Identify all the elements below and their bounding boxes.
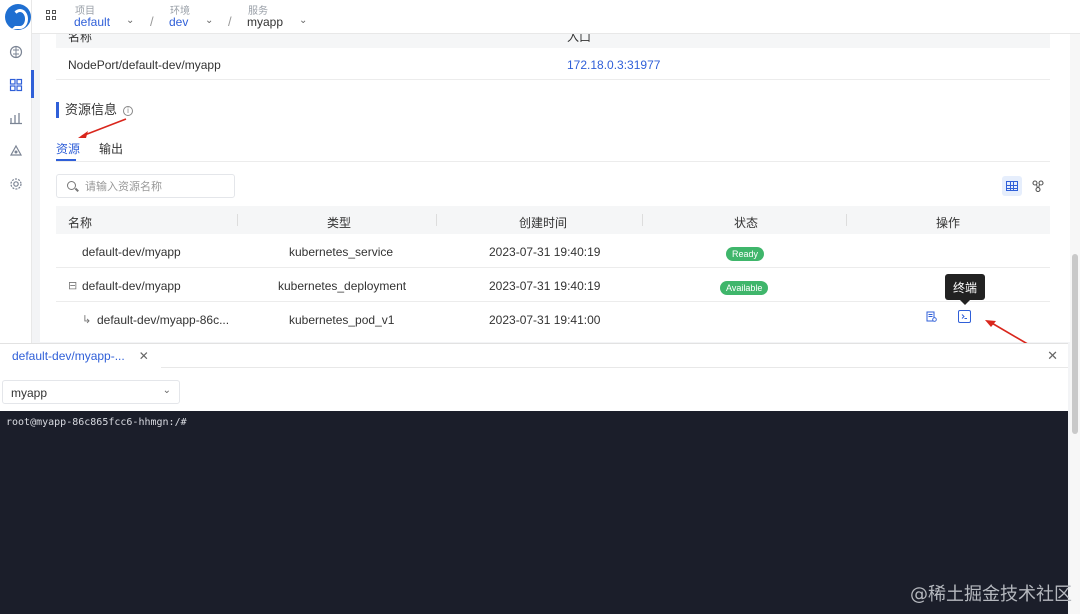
row-name: default-dev/myapp <box>82 279 181 293</box>
tab-resources[interactable]: 资源 <box>56 140 80 157</box>
access-entry-link[interactable]: 172.18.0.3:31977 <box>567 58 660 72</box>
apps-grid-icon[interactable] <box>8 77 24 93</box>
resources-table-header: 名称 类型 创建时间 状态 操作 <box>56 206 1050 234</box>
chevron-down-icon: ⌄ <box>162 385 171 396</box>
container-select[interactable]: myapp ⌄ <box>2 380 180 404</box>
col-header-status: 状态 <box>734 216 759 230</box>
row-type: kubernetes_deployment <box>278 279 407 293</box>
container-select-value: myapp <box>11 386 48 400</box>
breadcrumb-separator: / <box>150 14 154 29</box>
terminal-tooltip: 终端 <box>945 274 985 305</box>
active-tab-indicator <box>56 159 76 161</box>
row-created: 2023-07-31 19:40:19 <box>489 245 601 259</box>
table-view-button[interactable] <box>1002 176 1022 196</box>
terminal-prompt: root@myapp-86c865fcc6-hhmgn:/# <box>6 417 187 428</box>
terminal-icon[interactable] <box>958 310 971 323</box>
info-icon[interactable]: i <box>123 105 134 116</box>
access-col-name: 名称 <box>68 34 93 44</box>
search-icon <box>67 181 76 190</box>
search-input[interactable] <box>85 178 230 195</box>
access-col-entry: 入口 <box>567 34 592 44</box>
breadcrumb-separator: / <box>228 14 232 29</box>
col-header-created: 创建时间 <box>519 216 568 230</box>
status-badge: Available <box>720 281 769 295</box>
col-header-type: 类型 <box>327 216 352 230</box>
column-divider <box>436 214 437 226</box>
section-title-text: 资源信息 <box>65 102 118 117</box>
triangle-nodes-icon[interactable] <box>8 143 24 159</box>
column-divider <box>237 214 238 226</box>
main-content: 名称 入口 NodePort/default-dev/myapp 172.18.… <box>40 34 1070 342</box>
collapse-icon[interactable]: ⊟ <box>68 279 77 292</box>
table-row[interactable]: default-dev/myapp kubernetes_service 202… <box>56 234 1050 268</box>
pod-tree-icon: ↳ <box>82 314 92 326</box>
column-divider <box>642 214 643 226</box>
col-header-name: 名称 <box>68 216 93 230</box>
table-icon <box>1006 181 1018 191</box>
table-row[interactable]: ⊟ default-dev/myapp kubernetes_deploymen… <box>56 268 1050 302</box>
tabs-divider <box>56 161 1050 162</box>
bar-chart-icon[interactable] <box>8 110 24 126</box>
access-row: NodePort/default-dev/myapp 172.18.0.3:31… <box>56 48 1050 80</box>
top-header: 项目 default ⌄ / 环境 dev ⌄ / 服务 myapp ⌄ <box>32 0 1080 34</box>
terminal-screen[interactable]: root@myapp-86c865fcc6-hhmgn:/# <box>0 411 1068 614</box>
watermark: @稀土掘金技术社区 <box>910 584 1072 605</box>
row-type: kubernetes_pod_v1 <box>289 313 395 327</box>
row-name: default-dev/myapp <box>82 245 181 259</box>
table-row[interactable]: ↳ default-dev/myapp-86c... kubernetes_po… <box>56 302 1050 336</box>
sidebar-active-indicator <box>31 70 34 98</box>
status-badge: Ready <box>726 247 765 261</box>
tab-output[interactable]: 输出 <box>99 140 123 157</box>
project-select[interactable]: default <box>74 15 110 29</box>
resources-table: 名称 类型 创建时间 状态 操作 default-dev/myapp kuber… <box>56 206 1050 336</box>
terminal-tabbar: default-dev/myapp-... ✕ ✕ <box>0 344 1068 368</box>
close-panel-icon[interactable]: ✕ <box>1047 348 1058 364</box>
chevron-down-icon[interactable]: ⌄ <box>205 15 213 26</box>
brain-icon[interactable] <box>8 44 24 60</box>
section-title: 资源信息 i <box>56 102 134 118</box>
terminal-panel: default-dev/myapp-... ✕ ✕ myapp ⌄ root@m… <box>0 343 1068 614</box>
resource-search <box>56 174 235 198</box>
env-select[interactable]: dev <box>169 15 188 29</box>
terminal-tab-label: default-dev/myapp-... <box>12 349 125 363</box>
row-created: 2023-07-31 19:41:00 <box>489 313 601 327</box>
row-name: default-dev/myapp-86c... <box>97 313 230 327</box>
service-select[interactable]: myapp <box>247 15 283 29</box>
terminal-session-tab[interactable]: default-dev/myapp-... ✕ <box>0 344 161 368</box>
col-header-actions: 操作 <box>936 216 961 230</box>
scrollbar-thumb[interactable] <box>1072 254 1078 434</box>
row-created: 2023-07-31 19:40:19 <box>489 279 601 293</box>
scrollbar[interactable] <box>1070 34 1080 614</box>
chevron-down-icon[interactable]: ⌄ <box>126 15 134 26</box>
row-type: kubernetes_service <box>289 245 394 259</box>
menu-grid-icon[interactable] <box>46 10 58 22</box>
column-divider <box>846 214 847 226</box>
topology-view-button[interactable] <box>1028 176 1048 196</box>
gear-icon[interactable] <box>8 176 24 192</box>
close-icon[interactable]: ✕ <box>139 349 149 363</box>
app-logo[interactable] <box>5 4 31 30</box>
access-name: NodePort/default-dev/myapp <box>68 58 221 72</box>
chevron-down-icon[interactable]: ⌄ <box>299 15 307 26</box>
logs-icon[interactable] <box>925 310 938 323</box>
access-table-header: 名称 入口 <box>56 34 1050 48</box>
topology-icon <box>1032 180 1044 192</box>
